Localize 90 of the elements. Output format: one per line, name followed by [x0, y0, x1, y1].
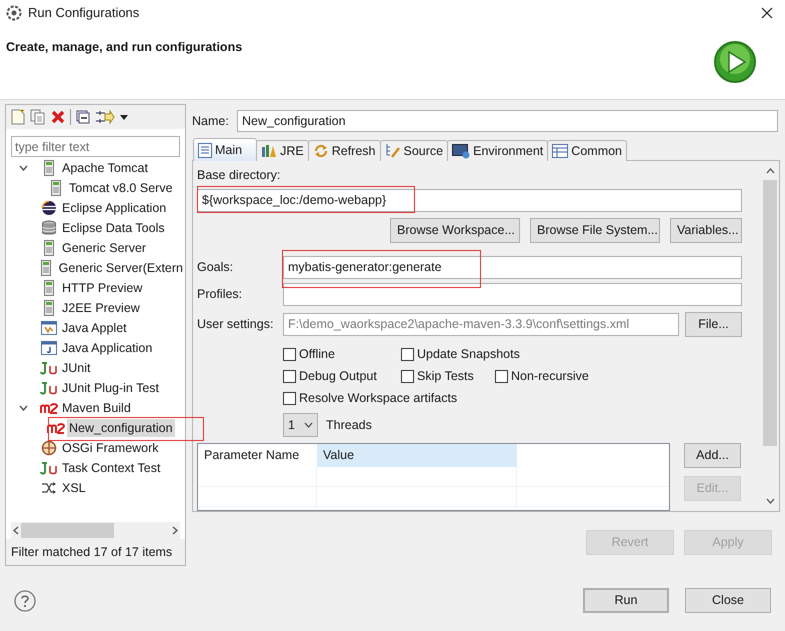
- button[interactable]: Close: [685, 588, 771, 613]
- field-label: Goals:: [197, 259, 234, 276]
- checkbox-label[interactable]: Update Snapshots: [417, 344, 520, 364]
- junit-icon: [40, 461, 58, 475]
- scroll-down-icon[interactable]: [766, 498, 774, 504]
- tree-item[interactable]: JUnit: [60, 359, 92, 377]
- field-label: Profiles:: [197, 286, 244, 304]
- delete-icon[interactable]: [51, 110, 65, 124]
- tab[interactable]: Common: [547, 140, 628, 161]
- app-icon: [6, 5, 22, 21]
- filter-status: Filter matched 17 of 17 items: [11, 544, 172, 561]
- tree-item[interactable]: OSGi Framework: [60, 439, 161, 457]
- help-icon[interactable]: [14, 590, 36, 612]
- checkbox-label[interactable]: Non-recursive: [511, 366, 589, 386]
- dropdown-caret-icon[interactable]: [120, 114, 128, 120]
- checkbox[interactable]: [495, 370, 508, 382]
- junit-icon: [40, 361, 58, 375]
- checkbox[interactable]: [283, 392, 296, 404]
- name-label: Name:: [192, 112, 230, 130]
- button[interactable]: Browse File System...: [530, 218, 660, 243]
- threads-dropdown[interactable]: 1: [283, 413, 318, 437]
- checkbox[interactable]: [401, 348, 414, 360]
- column-header[interactable]: Value: [317, 444, 517, 467]
- scroll-right-icon[interactable]: [172, 526, 178, 535]
- button[interactable]: Browse Workspace...: [390, 218, 520, 243]
- window-icon: [40, 341, 58, 355]
- maven-icon: [47, 422, 65, 434]
- filter-icon[interactable]: [95, 109, 115, 125]
- caret-icon: [304, 422, 313, 428]
- field-label: User settings:: [197, 316, 274, 334]
- checkbox-label[interactable]: Resolve Workspace artifacts: [299, 388, 458, 408]
- close-icon[interactable]: [761, 7, 773, 19]
- new-document-icon[interactable]: [11, 109, 25, 125]
- scroll-left-icon[interactable]: [13, 526, 19, 535]
- tree-item[interactable]: New_configuration: [67, 419, 175, 437]
- filter-field[interactable]: type filter text: [11, 136, 180, 157]
- junit-icon: [40, 381, 58, 395]
- checkbox-label[interactable]: Debug Output: [299, 366, 377, 386]
- tab[interactable]: Source: [380, 140, 448, 161]
- tree-item[interactable]: Java Applet: [60, 319, 129, 337]
- monitor-icon: [452, 144, 470, 158]
- tree-item[interactable]: Generic Server: [60, 239, 148, 257]
- maven-icon: [40, 402, 58, 414]
- scroll-up-icon[interactable]: [766, 168, 774, 174]
- refresh-icon: [312, 143, 329, 159]
- tree-item[interactable]: Eclipse Data Tools: [60, 219, 167, 237]
- button[interactable]: Variables...: [670, 218, 742, 243]
- crosshair-icon: [40, 440, 58, 456]
- tab[interactable]: JRE: [256, 140, 309, 161]
- button[interactable]: Run: [583, 588, 669, 613]
- copy-icon[interactable]: [30, 109, 46, 125]
- books-icon: [261, 144, 278, 158]
- source-icon: [384, 143, 400, 159]
- eclipse-icon: [40, 200, 58, 216]
- input-field[interactable]: mybatis-generator:generate: [283, 256, 742, 279]
- collapse-icon[interactable]: [76, 110, 90, 124]
- input-field[interactable]: ${workspace_loc:/demo-webapp}: [197, 189, 742, 212]
- input-field[interactable]: [283, 283, 742, 306]
- tab[interactable]: Refresh: [308, 140, 380, 161]
- tree-item[interactable]: XSL: [60, 479, 88, 497]
- name-field[interactable]: New_configuration: [237, 110, 778, 132]
- threads-label: Threads: [326, 416, 372, 434]
- tree-item[interactable]: JUnit Plug-in Test: [60, 379, 162, 397]
- document-icon: [198, 142, 212, 158]
- tree-item[interactable]: Tomcat v8.0 Serve: [67, 179, 175, 197]
- window-title: Run Configurations: [28, 4, 140, 22]
- run-icon: [713, 40, 757, 84]
- field-label: Base directory:: [197, 167, 282, 183]
- checkbox[interactable]: [283, 370, 296, 382]
- tab[interactable]: Main: [193, 138, 258, 161]
- applet-icon: [40, 321, 58, 335]
- checkbox[interactable]: [401, 370, 414, 382]
- button[interactable]: Add...: [684, 443, 741, 468]
- horizontal-scrollbar[interactable]: [11, 522, 180, 539]
- tree-item[interactable]: HTTP Preview: [60, 279, 144, 297]
- tree-item[interactable]: J2EE Preview: [60, 299, 142, 317]
- checkbox-label[interactable]: Offline: [299, 344, 335, 364]
- tree-item[interactable]: Task Context Test: [60, 459, 162, 477]
- tree-item[interactable]: Apache Tomcat: [60, 159, 150, 177]
- tree-item[interactable]: Generic Server(Extern: [56, 259, 185, 277]
- database-icon: [40, 220, 58, 236]
- checkbox-label[interactable]: Skip Tests: [417, 366, 474, 386]
- tree-item[interactable]: Java Application: [60, 339, 154, 357]
- tree-item[interactable]: Maven Build: [60, 399, 133, 417]
- checkbox[interactable]: [283, 348, 296, 360]
- shuffle-icon: [40, 482, 58, 494]
- table-icon: [552, 144, 568, 158]
- header-title: Create, manage, and run configurations: [6, 39, 242, 56]
- tab[interactable]: Environment: [447, 140, 548, 161]
- tree-item[interactable]: Eclipse Application: [60, 199, 168, 217]
